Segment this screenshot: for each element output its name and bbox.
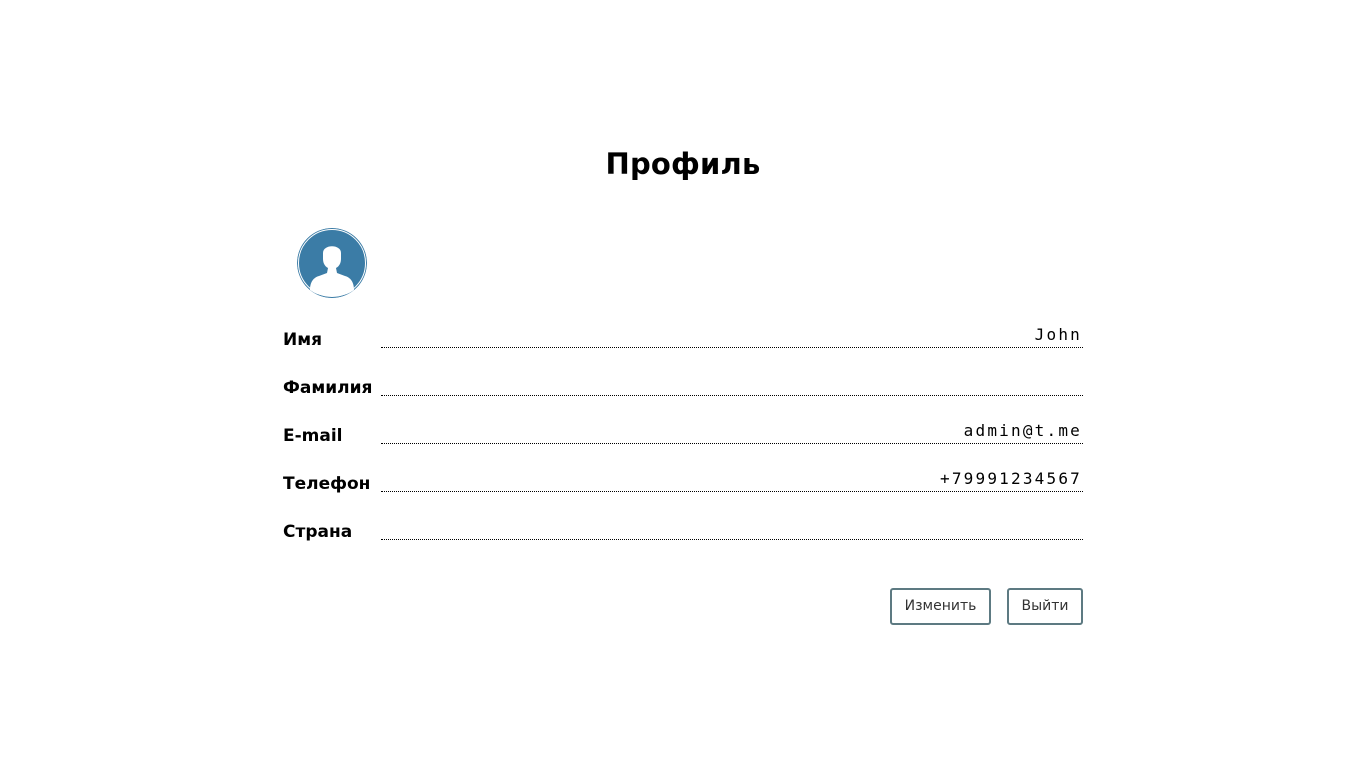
profile-page: Профиль Имя John Фамилия E-mail admin@t.… xyxy=(0,0,1366,768)
country-value xyxy=(381,514,1083,540)
field-row-country: Страна xyxy=(283,500,1083,542)
edit-button[interactable]: Изменить xyxy=(890,588,991,625)
field-row-last-name: Фамилия xyxy=(283,356,1083,398)
first-name-label: Имя xyxy=(283,330,323,350)
country-label: Страна xyxy=(283,522,353,542)
field-row-email: E-mail admin@t.me xyxy=(283,404,1083,446)
phone-value: +79991234567 xyxy=(381,466,1083,492)
avatar xyxy=(297,228,367,298)
page-title: Профиль xyxy=(605,147,761,181)
phone-label: Телефон xyxy=(283,474,371,494)
last-name-value xyxy=(381,370,1083,396)
last-name-label: Фамилия xyxy=(283,378,373,398)
logout-button[interactable]: Выйти xyxy=(1007,588,1083,625)
first-name-value: John xyxy=(381,322,1083,348)
user-avatar-icon xyxy=(297,228,367,298)
field-row-first-name: Имя John xyxy=(283,308,1083,350)
email-value: admin@t.me xyxy=(381,418,1083,444)
email-label: E-mail xyxy=(283,426,343,446)
field-row-phone: Телефон +79991234567 xyxy=(283,452,1083,494)
